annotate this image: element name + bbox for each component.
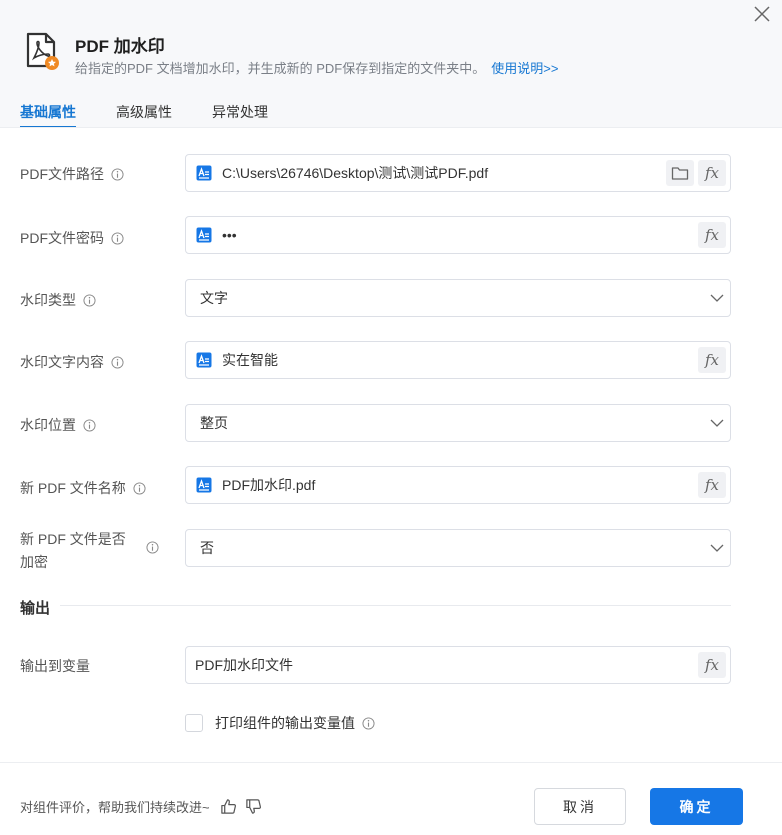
watermark-text-value: 实在智能 <box>222 352 278 368</box>
info-icon[interactable] <box>146 541 159 554</box>
thumbs-up-icon[interactable] <box>220 798 237 815</box>
info-icon[interactable] <box>362 716 375 730</box>
tabs-divider <box>0 127 782 128</box>
watermark-text-fx-button[interactable]: fx <box>698 347 726 373</box>
pdf-password-input[interactable]: ••• fx <box>185 216 731 254</box>
watermark-type-label: 水印类型 <box>20 290 96 310</box>
dialog-title: PDF 加水印 <box>75 37 165 56</box>
print-output-checkbox[interactable] <box>185 714 203 732</box>
text-variable-icon <box>196 165 212 181</box>
tab-bar: 基础属性 高级属性 异常处理 <box>20 102 308 128</box>
new-pdf-encrypt-label: 新 PDF 文件是否 加密 <box>20 528 126 574</box>
watermark-position-value: 整页 <box>200 415 228 431</box>
feedback-area: 对组件评价，帮助我们持续改进~ <box>20 797 262 816</box>
dialog-description: 给指定的PDF 文档增加水印，并生成新的 PDF保存到指定的文件夹中。 使用说明>… <box>75 58 558 77</box>
pdf-password-label-text: PDF文件密码 <box>20 230 104 246</box>
output-variable-fx-button[interactable]: fx <box>698 652 726 678</box>
pdf-path-fx-button[interactable]: fx <box>698 160 726 186</box>
output-section-divider <box>60 605 731 606</box>
output-variable-label-text: 输出到变量 <box>20 658 90 674</box>
watermark-type-value: 文字 <box>200 290 228 306</box>
close-icon[interactable] <box>752 4 772 24</box>
footer-divider <box>0 762 782 763</box>
new-pdf-name-fx-button[interactable]: fx <box>698 472 726 498</box>
watermark-text-label: 水印文字内容 <box>20 352 124 372</box>
fx-icon: fx <box>704 476 719 494</box>
output-section-title: 输出 <box>20 600 51 617</box>
watermark-text-input[interactable]: 实在智能 fx <box>185 341 731 379</box>
info-icon[interactable] <box>111 355 124 369</box>
tab-advanced-properties[interactable]: 高级属性 <box>116 102 172 128</box>
text-variable-icon <box>196 352 212 368</box>
watermark-position-select[interactable]: 整页 <box>185 404 731 442</box>
info-icon[interactable] <box>83 293 96 307</box>
new-pdf-name-label: 新 PDF 文件名称 <box>20 478 146 498</box>
print-output-label-text: 打印组件的输出变量值 <box>215 715 355 731</box>
confirm-button[interactable]: 确定 <box>650 788 743 825</box>
output-variable-value: PDF加水印文件 <box>195 657 293 673</box>
print-output-checkbox-label: 打印组件的输出变量值 <box>215 713 375 733</box>
watermark-type-select[interactable]: 文字 <box>185 279 731 317</box>
pdf-path-label-text: PDF文件路径 <box>20 166 104 182</box>
folder-icon <box>671 167 689 180</box>
help-link[interactable]: 使用说明>> <box>491 61 558 76</box>
output-variable-input[interactable]: PDF加水印文件 fx <box>185 646 731 684</box>
chevron-down-icon <box>710 294 724 302</box>
watermark-position-label-text: 水印位置 <box>20 417 76 433</box>
dialog-header: PDF 加水印 给指定的PDF 文档增加水印，并生成新的 PDF保存到指定的文件… <box>0 0 782 128</box>
feedback-text: 对组件评价，帮助我们持续改进~ <box>20 800 210 815</box>
thumbs-down-icon[interactable] <box>245 798 262 815</box>
new-pdf-encrypt-select[interactable]: 否 <box>185 529 731 567</box>
new-pdf-encrypt-label-line2: 加密 <box>20 554 48 570</box>
text-variable-icon <box>196 227 212 243</box>
watermark-position-label: 水印位置 <box>20 415 96 435</box>
text-variable-icon <box>196 477 212 493</box>
watermark-type-label-text: 水印类型 <box>20 292 76 308</box>
pdf-path-input[interactable]: C:\Users\26746\Desktop\测试\测试PDF.pdf fx <box>185 154 731 192</box>
new-pdf-name-label-text: 新 PDF 文件名称 <box>20 480 126 496</box>
tab-exception-handling[interactable]: 异常处理 <box>212 102 268 128</box>
tab-basic-properties[interactable]: 基础属性 <box>20 102 76 128</box>
watermark-text-label-text: 水印文字内容 <box>20 354 104 370</box>
browse-folder-button[interactable] <box>666 160 694 186</box>
pdf-path-label: PDF文件路径 <box>20 164 124 184</box>
pdf-password-label: PDF文件密码 <box>20 228 124 248</box>
chevron-down-icon <box>710 419 724 427</box>
new-pdf-encrypt-value: 否 <box>200 540 214 556</box>
info-icon[interactable] <box>111 231 124 245</box>
info-icon[interactable] <box>83 418 96 432</box>
new-pdf-encrypt-label-line1: 新 PDF 文件是否 <box>20 531 126 547</box>
new-pdf-name-value: PDF加水印.pdf <box>222 477 316 493</box>
fx-icon: fx <box>704 226 719 244</box>
print-output-checkbox-row[interactable]: 打印组件的输出变量值 <box>185 713 375 733</box>
chevron-down-icon <box>710 544 724 552</box>
pdf-path-value: C:\Users\26746\Desktop\测试\测试PDF.pdf <box>222 165 489 181</box>
pdf-password-fx-button[interactable]: fx <box>698 222 726 248</box>
fx-icon: fx <box>704 351 719 369</box>
pdf-password-value: ••• <box>222 227 237 243</box>
info-icon[interactable] <box>111 167 124 181</box>
fx-icon: fx <box>704 164 719 182</box>
new-pdf-name-input[interactable]: PDF加水印.pdf fx <box>185 466 731 504</box>
cancel-button[interactable]: 取消 <box>534 788 626 825</box>
pdf-app-icon <box>26 32 59 70</box>
output-variable-label: 输出到变量 <box>20 656 90 676</box>
description-text: 给指定的PDF 文档增加水印，并生成新的 PDF保存到指定的文件夹中。 <box>75 61 486 76</box>
fx-icon: fx <box>704 656 719 674</box>
info-icon[interactable] <box>133 481 146 495</box>
